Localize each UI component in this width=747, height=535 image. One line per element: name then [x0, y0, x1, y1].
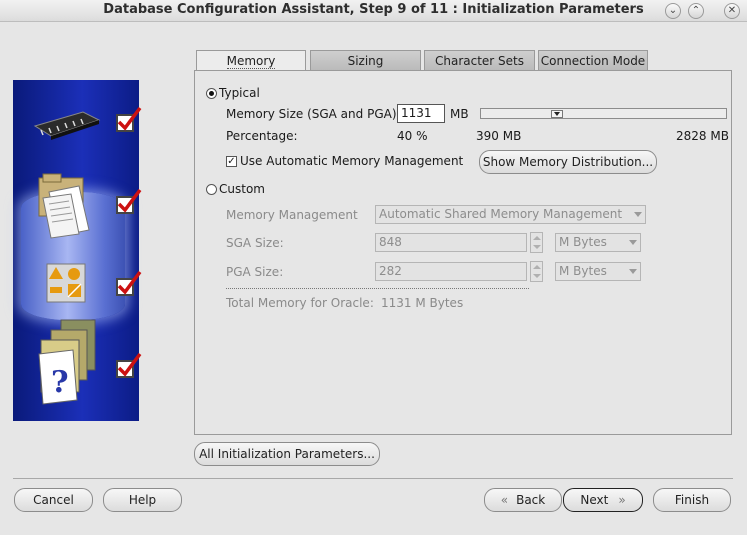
sga-size-spinner[interactable]: [530, 232, 543, 253]
memory-management-value: Automatic Shared Memory Management: [379, 207, 623, 221]
title-bar: Database Configuration Assistant, Step 9…: [0, 0, 747, 22]
cancel-button[interactable]: Cancel: [14, 488, 93, 512]
folder-documents-icon: [38, 173, 90, 239]
double-chevron-left-icon: «: [500, 493, 509, 507]
double-chevron-right-icon: »: [618, 493, 626, 507]
maximize-icon[interactable]: ⌃: [688, 3, 704, 19]
pga-size-input[interactable]: 282: [375, 262, 527, 281]
custom-radio[interactable]: [206, 184, 217, 195]
memory-size-unit: MB: [450, 107, 469, 121]
sga-size-input[interactable]: 848: [375, 233, 527, 252]
tab-connection-mode[interactable]: Connection Mode: [538, 50, 648, 71]
next-label: Next: [580, 493, 609, 507]
percentage-value: 40 %: [397, 129, 428, 143]
tab-memory[interactable]: Memory: [196, 50, 306, 72]
pga-size-spinner[interactable]: [530, 261, 543, 282]
step-checkbox-3: [116, 270, 142, 296]
typical-radio[interactable]: [206, 88, 217, 99]
step-checkbox-2: [116, 188, 142, 214]
wizard-illustration-panel: ?: [13, 80, 142, 421]
pga-size-label: PGA Size:: [226, 265, 284, 279]
footer-divider: [13, 478, 733, 479]
tab-character-sets-label: Character Sets: [434, 54, 524, 68]
finish-button[interactable]: Finish: [653, 488, 731, 512]
sga-unit-value: M Bytes: [559, 235, 607, 249]
next-button[interactable]: Next »: [563, 488, 643, 512]
tab-sizing[interactable]: Sizing: [310, 50, 421, 71]
svg-text:?: ?: [51, 365, 69, 400]
slider-thumb[interactable]: [551, 110, 563, 118]
tab-sizing-label: Sizing: [347, 54, 384, 68]
total-memory-label: Total Memory for Oracle:: [226, 296, 374, 310]
slider-max-label: 2828 MB: [676, 129, 729, 143]
close-icon[interactable]: ✕: [724, 3, 740, 19]
memory-size-label: Memory Size (SGA and PGA):: [226, 107, 401, 121]
chevron-down-icon: [629, 269, 637, 274]
chevron-down-icon: [634, 212, 642, 217]
tab-connection-mode-label: Connection Mode: [540, 54, 646, 68]
window-title: Database Configuration Assistant, Step 9…: [103, 2, 644, 17]
pga-unit-select[interactable]: M Bytes: [555, 262, 641, 281]
pga-unit-value: M Bytes: [559, 264, 607, 278]
help-button[interactable]: Help: [103, 488, 182, 512]
memory-size-input[interactable]: 1131: [397, 104, 445, 123]
memory-management-select[interactable]: Automatic Shared Memory Management: [375, 205, 646, 224]
slider-min-label: 390 MB: [476, 129, 522, 143]
memory-management-label: Memory Management: [226, 208, 358, 222]
shapes-icon: [46, 263, 86, 303]
back-label: Back: [516, 493, 546, 507]
memory-chip-icon: [33, 111, 101, 140]
total-divider: [226, 288, 529, 289]
total-memory-value: 1131 M Bytes: [381, 296, 464, 310]
typical-label[interactable]: Typical: [219, 86, 260, 100]
memory-size-slider[interactable]: [480, 108, 727, 119]
sga-size-label: SGA Size:: [226, 236, 284, 250]
chevron-down-icon: [629, 240, 637, 245]
sga-unit-select[interactable]: M Bytes: [555, 233, 641, 252]
custom-label[interactable]: Custom: [219, 182, 265, 196]
minimize-icon[interactable]: ⌄: [665, 3, 681, 19]
help-documents-icon: ?: [38, 319, 96, 405]
all-initialization-parameters-button[interactable]: All Initialization Parameters...: [194, 442, 380, 466]
step-checkbox-1: [116, 106, 142, 132]
tab-character-sets[interactable]: Character Sets: [424, 50, 535, 71]
auto-memory-management-checkbox[interactable]: ✓: [226, 156, 237, 167]
auto-memory-management-label[interactable]: Use Automatic Memory Management: [240, 154, 463, 168]
tab-memory-label: Memory: [226, 54, 276, 69]
percentage-label: Percentage:: [226, 129, 298, 143]
show-memory-distribution-button[interactable]: Show Memory Distribution...: [479, 150, 657, 174]
memory-tab-panel: [194, 70, 732, 435]
back-button[interactable]: « Back: [484, 488, 562, 512]
step-checkbox-4: [116, 352, 142, 378]
